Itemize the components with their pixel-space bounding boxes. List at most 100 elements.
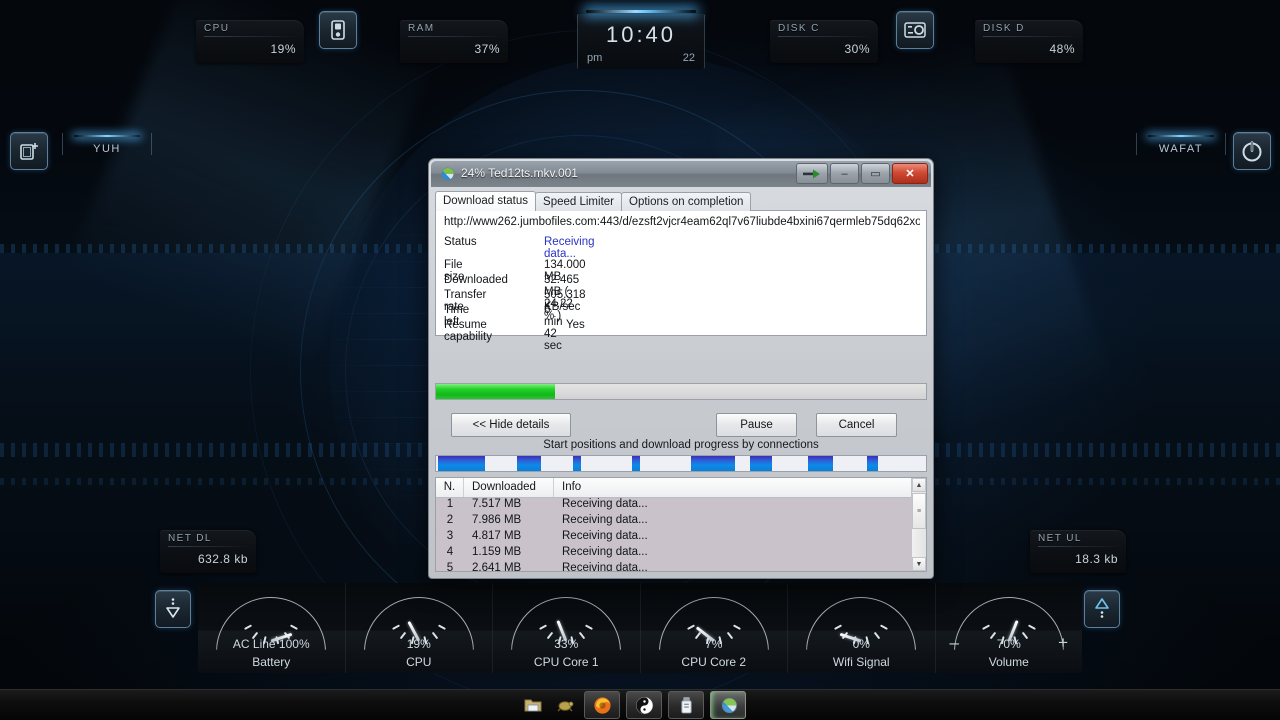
row-number: 1 bbox=[446, 498, 454, 510]
gauge-wifi-signal[interactable]: 0% Wifi Signal bbox=[788, 583, 936, 673]
gauge-cpu-core-1[interactable]: 33% CPU Core 1 bbox=[493, 583, 641, 673]
turtle-app-icon bbox=[557, 701, 574, 712]
gadget-ram[interactable]: RAM 37% bbox=[400, 20, 508, 63]
gauge-cpu[interactable]: 19% CPU bbox=[345, 583, 493, 673]
idm-icon bbox=[721, 697, 737, 713]
gadget-disk-d-value: 48% bbox=[1049, 42, 1075, 56]
connection-segment bbox=[690, 456, 735, 471]
gauge-cpu-core-2[interactable]: 7% CPU Core 2 bbox=[640, 583, 788, 673]
pause-button[interactable]: Pause bbox=[716, 413, 797, 437]
gadget-ram-label: RAM bbox=[408, 23, 435, 34]
connection-segment bbox=[867, 456, 878, 471]
tab-download-status[interactable]: Download status bbox=[435, 191, 537, 211]
clock-ampm: pm bbox=[587, 52, 603, 64]
display-icon bbox=[904, 22, 926, 38]
scroll-down-icon-button[interactable] bbox=[155, 590, 191, 628]
gadget-net-ul-value: 18.3 kb bbox=[1075, 552, 1118, 566]
connection-segment bbox=[438, 456, 485, 471]
idm-tabs: Download status Speed Limiter Options on… bbox=[435, 191, 927, 211]
nameplate-yuh-label: YUH bbox=[93, 143, 121, 155]
scroll-thumb[interactable]: ≡ bbox=[912, 493, 926, 529]
clock-date: 22 bbox=[682, 52, 695, 64]
gadget-net-ul[interactable]: NET UL 18.3 kb bbox=[1030, 530, 1126, 573]
connection-segment bbox=[632, 456, 640, 471]
cancel-button[interactable]: Cancel bbox=[816, 413, 897, 437]
gadget-cpu[interactable]: CPU 19% bbox=[196, 20, 304, 63]
clock-glow bbox=[586, 10, 696, 13]
taskbar-idm[interactable] bbox=[710, 691, 746, 719]
table-row[interactable]: 1 7.517 MB Receiving data... bbox=[436, 498, 926, 514]
idm-download-dialog[interactable]: 24% Ted12ts.mkv.001 – ▭ ✕ Download statu… bbox=[428, 158, 934, 579]
gadget-disk-c-label: DISK C bbox=[778, 23, 820, 34]
download-url: http://www262.jumbofiles.com:443/d/ezsft… bbox=[444, 216, 920, 228]
overall-progress-bar bbox=[435, 383, 927, 400]
field-downloaded-key: Downloaded bbox=[444, 274, 508, 286]
divider bbox=[983, 36, 1075, 37]
tab-options-on-completion[interactable]: Options on completion bbox=[621, 192, 752, 211]
row-info: Receiving data... bbox=[562, 546, 648, 558]
row-info: Receiving data... bbox=[562, 514, 648, 526]
taskbar-file-explorer[interactable] bbox=[520, 692, 546, 718]
clock-time: 10:40 bbox=[605, 22, 677, 47]
row-info: Receiving data... bbox=[562, 562, 648, 572]
row-info: Receiving data... bbox=[562, 530, 648, 542]
gauge-volume-label: Volume bbox=[988, 655, 1029, 669]
taskbar-usb-drive[interactable] bbox=[668, 691, 704, 719]
taskbar-items bbox=[520, 690, 746, 720]
row-downloaded: 4.817 MB bbox=[472, 530, 522, 542]
gauge-battery[interactable]: AC Line 100% Battery bbox=[198, 583, 346, 673]
connection-segment bbox=[573, 456, 582, 471]
taskbar-turtle-app[interactable] bbox=[552, 692, 578, 718]
column-header-number: N. bbox=[436, 478, 464, 497]
gauge-volume-value: 70% bbox=[996, 637, 1021, 651]
field-resume-capability-value: Yes bbox=[566, 319, 585, 331]
connection-segment bbox=[749, 456, 772, 471]
tab-speed-limiter[interactable]: Speed Limiter bbox=[535, 192, 622, 211]
battery-icon-button[interactable] bbox=[319, 11, 357, 49]
scroll-up-arrow[interactable]: ▲ bbox=[912, 478, 926, 492]
power-icon bbox=[1242, 141, 1262, 162]
hide-details-button[interactable]: << Hide details bbox=[451, 413, 571, 437]
idm-titlebar[interactable]: 24% Ted12ts.mkv.001 – ▭ ✕ bbox=[431, 161, 931, 187]
idm-title-text: 24% Ted12ts.mkv.001 bbox=[461, 166, 578, 180]
close-button[interactable]: ✕ bbox=[892, 163, 928, 184]
nameplate-glow bbox=[74, 135, 140, 137]
table-row[interactable]: 4 1.159 MB Receiving data... bbox=[436, 546, 926, 562]
row-number: 3 bbox=[446, 530, 454, 542]
nameplate-yuh: YUH bbox=[62, 133, 152, 155]
nameplate-glow bbox=[1148, 135, 1214, 137]
scroll-down-arrow[interactable]: ▼ bbox=[912, 557, 926, 571]
display-icon-button[interactable] bbox=[896, 11, 934, 49]
table-row[interactable]: 3 4.817 MB Receiving data... bbox=[436, 530, 926, 546]
table-row[interactable]: 2 7.986 MB Receiving data... bbox=[436, 514, 926, 530]
taskbar-yin-yang-app[interactable] bbox=[626, 691, 662, 719]
connections-list[interactable]: N. Downloaded Info 1 7.517 MB Receiving … bbox=[435, 477, 927, 572]
power-icon-button[interactable] bbox=[1233, 132, 1271, 170]
gadget-disk-d[interactable]: DISK D 48% bbox=[975, 20, 1083, 63]
maximize-button[interactable]: ▭ bbox=[861, 163, 890, 184]
connections-list-header: N. Downloaded Info bbox=[436, 478, 926, 498]
go-to-downloads-button[interactable] bbox=[796, 163, 828, 184]
table-row[interactable]: 5 2.641 MB Receiving data... bbox=[436, 562, 926, 572]
taskbar-firefox[interactable] bbox=[584, 691, 620, 719]
list-scrollbar[interactable]: ▲ ≡ ▼ bbox=[911, 478, 926, 571]
minimize-button[interactable]: – bbox=[830, 163, 859, 184]
new-note-icon-button[interactable] bbox=[10, 132, 48, 170]
field-status-value: Receiving data... bbox=[544, 236, 595, 260]
connections-label: Start positions and download progress by… bbox=[543, 439, 819, 451]
gauge-wifi-signal-label: Wifi Signal bbox=[832, 655, 890, 669]
clock-gadget[interactable]: 10:40 pm 22 bbox=[577, 10, 705, 69]
dial bbox=[641, 587, 788, 650]
taskbar bbox=[0, 689, 1280, 720]
gadget-cpu-value: 19% bbox=[270, 42, 296, 56]
column-header-downloaded: Downloaded bbox=[464, 478, 554, 497]
gadget-net-dl[interactable]: NET DL 632.8 kb bbox=[160, 530, 256, 573]
scroll-up-icon-button[interactable] bbox=[1084, 590, 1120, 628]
divider bbox=[778, 36, 870, 37]
gauge-volume[interactable]: – + 70% Volume bbox=[935, 583, 1082, 673]
gadget-disk-c[interactable]: DISK C 30% bbox=[770, 20, 878, 63]
overall-progress-fill bbox=[436, 384, 555, 399]
gadget-net-dl-label: NET DL bbox=[168, 533, 212, 544]
row-info: Receiving data... bbox=[562, 498, 648, 510]
scroll-up-icon bbox=[1095, 598, 1109, 618]
